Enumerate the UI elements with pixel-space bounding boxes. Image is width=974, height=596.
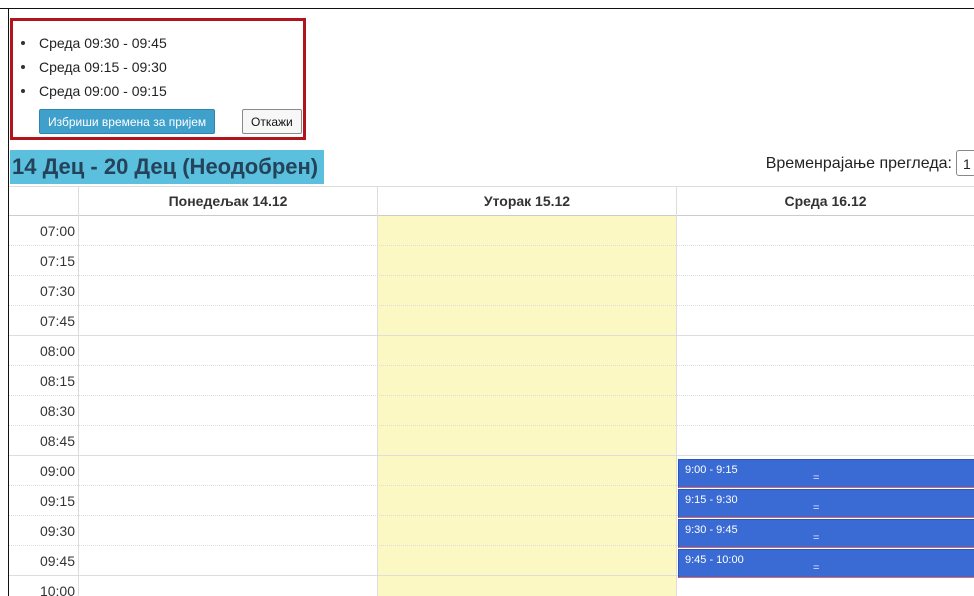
appointment-slot[interactable]: 9:15 - 9:30 =	[678, 489, 974, 518]
duration-select[interactable]: 1	[956, 150, 974, 176]
time-label: 08:45	[39, 433, 75, 449]
selected-slots-panel: Среда 09:30 - 09:45 Среда 09:15 - 09:30 …	[10, 18, 306, 140]
selected-slot-item: Среда 09:30 - 09:45	[21, 31, 167, 55]
resize-handle-icon[interactable]: =	[813, 532, 819, 544]
time-row: 08:00	[9, 336, 974, 366]
time-row: 08:30	[9, 396, 974, 426]
selected-slots-list: Среда 09:30 - 09:45 Среда 09:15 - 09:30 …	[21, 31, 167, 103]
time-label: 09:15	[39, 493, 75, 509]
time-row: 07:15	[9, 246, 974, 276]
appointment-slot[interactable]: 9:00 - 9:15 =	[678, 459, 974, 488]
time-label: 07:00	[39, 223, 75, 239]
time-label: 09:30	[39, 523, 75, 539]
time-row: 07:45	[9, 306, 974, 336]
appointment-slot[interactable]: 9:45 - 10:00 =	[678, 549, 974, 578]
resize-handle-icon[interactable]: =	[813, 502, 819, 514]
bullet-icon	[21, 65, 25, 69]
slot-time: 9:30 - 9:45	[685, 524, 738, 536]
selected-slot-item: Среда 09:00 - 09:15	[21, 79, 167, 103]
duration-label: Временрајање прегледа:	[765, 155, 952, 172]
slot-time: 9:45 - 10:00	[685, 554, 744, 566]
week-title: 14 Дец - 20 Дец (Неодобрен)	[10, 150, 325, 184]
cancel-button[interactable]: Откажи	[242, 109, 302, 134]
time-row: 07:00	[9, 216, 974, 246]
week-calendar: Понедељак 14.12 Уторак 15.12 Среда 16.12…	[9, 186, 974, 596]
time-label: 07:45	[39, 313, 75, 329]
time-row: 07:30	[9, 276, 974, 306]
time-row: 10:00	[9, 576, 974, 596]
bullet-icon	[21, 41, 25, 45]
resize-handle-icon[interactable]: =	[813, 562, 819, 574]
delete-slots-button[interactable]: Избриши времена за пријем	[39, 109, 216, 134]
time-label: 08:30	[39, 403, 75, 419]
bullet-icon	[21, 89, 25, 93]
time-label: 09:00	[39, 463, 75, 479]
time-row: 08:45	[9, 426, 974, 456]
appointment-slot[interactable]: 9:30 - 9:45 =	[678, 519, 974, 548]
time-label: 08:15	[39, 373, 75, 389]
calendar-header: Понедељак 14.12 Уторак 15.12 Среда 16.12	[9, 186, 974, 216]
slot-time: 9:00 - 9:15	[685, 464, 738, 476]
slot-time: 9:15 - 9:30	[685, 494, 738, 506]
resize-handle-icon[interactable]: =	[813, 472, 819, 484]
selected-slot-item: Среда 09:15 - 09:30	[21, 55, 167, 79]
day-header-tuesday[interactable]: Уторак 15.12	[377, 187, 676, 216]
day-header-wednesday[interactable]: Среда 16.12	[676, 187, 974, 216]
window-top-edge	[0, 0, 974, 9]
time-column-header	[9, 187, 78, 216]
time-label: 08:00	[39, 343, 75, 359]
time-row: 08:15	[9, 366, 974, 396]
time-label: 09:45	[39, 553, 75, 569]
time-label: 10:00	[39, 583, 75, 596]
time-label: 07:30	[39, 283, 75, 299]
day-header-monday[interactable]: Понедељак 14.12	[78, 187, 377, 216]
time-label: 07:15	[39, 253, 75, 269]
